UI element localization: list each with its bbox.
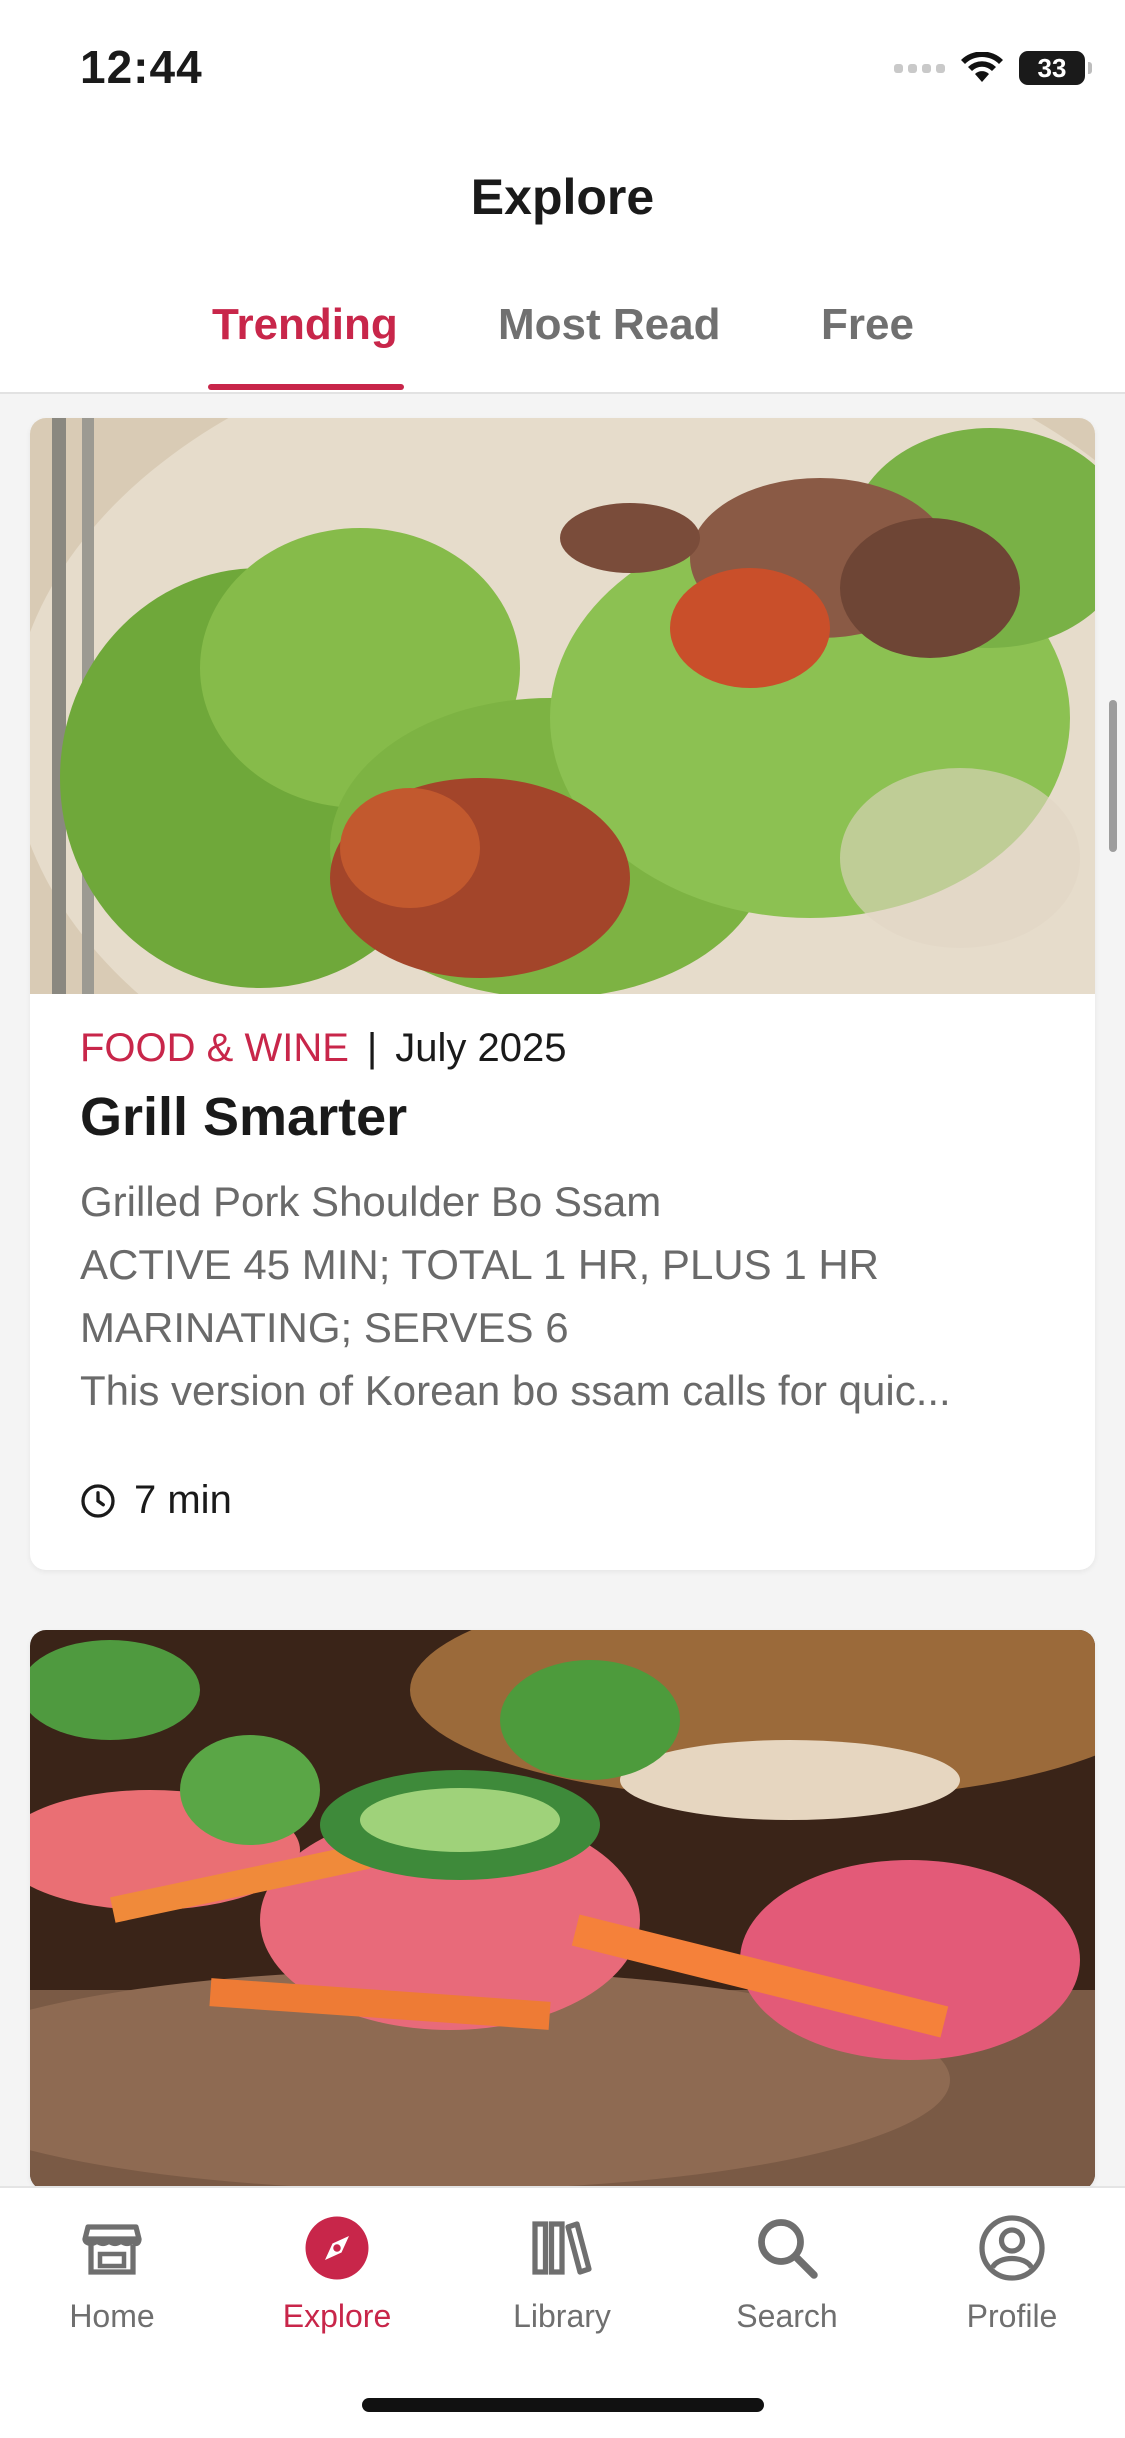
home-indicator[interactable] bbox=[362, 2398, 764, 2412]
nav-home-label: Home bbox=[69, 2298, 155, 2334]
active-tab-indicator bbox=[208, 384, 404, 390]
teaser-line: Grilled Pork Shoulder Bo Ssam bbox=[80, 1178, 662, 1225]
issue-date: July 2025 bbox=[395, 1026, 567, 1070]
status-time: 12:44 bbox=[80, 41, 203, 93]
cellular-signal-icon bbox=[894, 63, 945, 73]
nav-explore-label: Explore bbox=[282, 2298, 392, 2334]
article-card[interactable] bbox=[30, 1630, 1095, 2190]
search-icon bbox=[758, 2219, 818, 2279]
top-bar: 12:44 33 Explore Trending Most Read Free bbox=[0, 0, 1125, 394]
status-icons: 33 bbox=[894, 48, 1092, 88]
scroll-indicator[interactable] bbox=[1109, 700, 1117, 852]
nav-profile-label: Profile bbox=[966, 2298, 1058, 2334]
clock-icon bbox=[81, 1483, 115, 1518]
nav-explore[interactable]: Explore bbox=[257, 2212, 417, 2335]
library-icon bbox=[532, 2221, 592, 2275]
divider bbox=[0, 392, 1125, 394]
battery-icon: 33 bbox=[1019, 51, 1092, 85]
article-card[interactable]: FOOD & WINE | July 2025 Grill Smarter Gril… bbox=[30, 418, 1095, 1570]
article-teaser: Grilled Pork Shoulder Bo Ssam ACTIVE 45 … bbox=[80, 1170, 1050, 1422]
nav-profile[interactable]: Profile bbox=[932, 2212, 1092, 2335]
nav-search-label: Search bbox=[736, 2298, 838, 2334]
nav-library[interactable]: Library bbox=[482, 2212, 642, 2335]
publication-name: FOOD & WINE bbox=[80, 1026, 349, 1070]
teaser-line: ACTIVE 45 MIN; TOTAL 1 HR, PLUS 1 HR bbox=[80, 1241, 880, 1288]
nav-home[interactable]: Home bbox=[32, 2212, 192, 2335]
article-headline: Grill Smarter bbox=[80, 1087, 408, 1147]
profile-icon bbox=[979, 2215, 1045, 2281]
nav-search[interactable]: Search bbox=[707, 2212, 867, 2335]
wifi-icon bbox=[961, 52, 1003, 82]
article-meta: FOOD & WINE | July 2025 bbox=[80, 1026, 567, 1071]
nav-library-label: Library bbox=[513, 2298, 611, 2334]
meta-separator: | bbox=[366, 1026, 378, 1070]
teaser-line: This version of Korean bo ssam calls for… bbox=[80, 1367, 951, 1414]
read-time-label: 7 min bbox=[134, 1478, 232, 1522]
home-icon bbox=[82, 2224, 142, 2275]
read-time: 7 min bbox=[80, 1478, 232, 1523]
tab-trending[interactable]: Trending bbox=[212, 300, 398, 350]
compass-icon bbox=[305, 2216, 369, 2280]
battery-level: 33 bbox=[1037, 53, 1067, 83]
lettuce-wrap-photo bbox=[30, 418, 1095, 994]
banh-mi-sandwich-photo bbox=[30, 1630, 1095, 2190]
tab-most-read[interactable]: Most Read bbox=[498, 300, 720, 350]
tab-bar: Trending Most Read Free bbox=[0, 300, 1125, 392]
tab-free[interactable]: Free bbox=[821, 300, 914, 350]
page-title: Explore bbox=[470, 169, 655, 225]
teaser-line: MARINATING; SERVES 6 bbox=[80, 1304, 569, 1351]
